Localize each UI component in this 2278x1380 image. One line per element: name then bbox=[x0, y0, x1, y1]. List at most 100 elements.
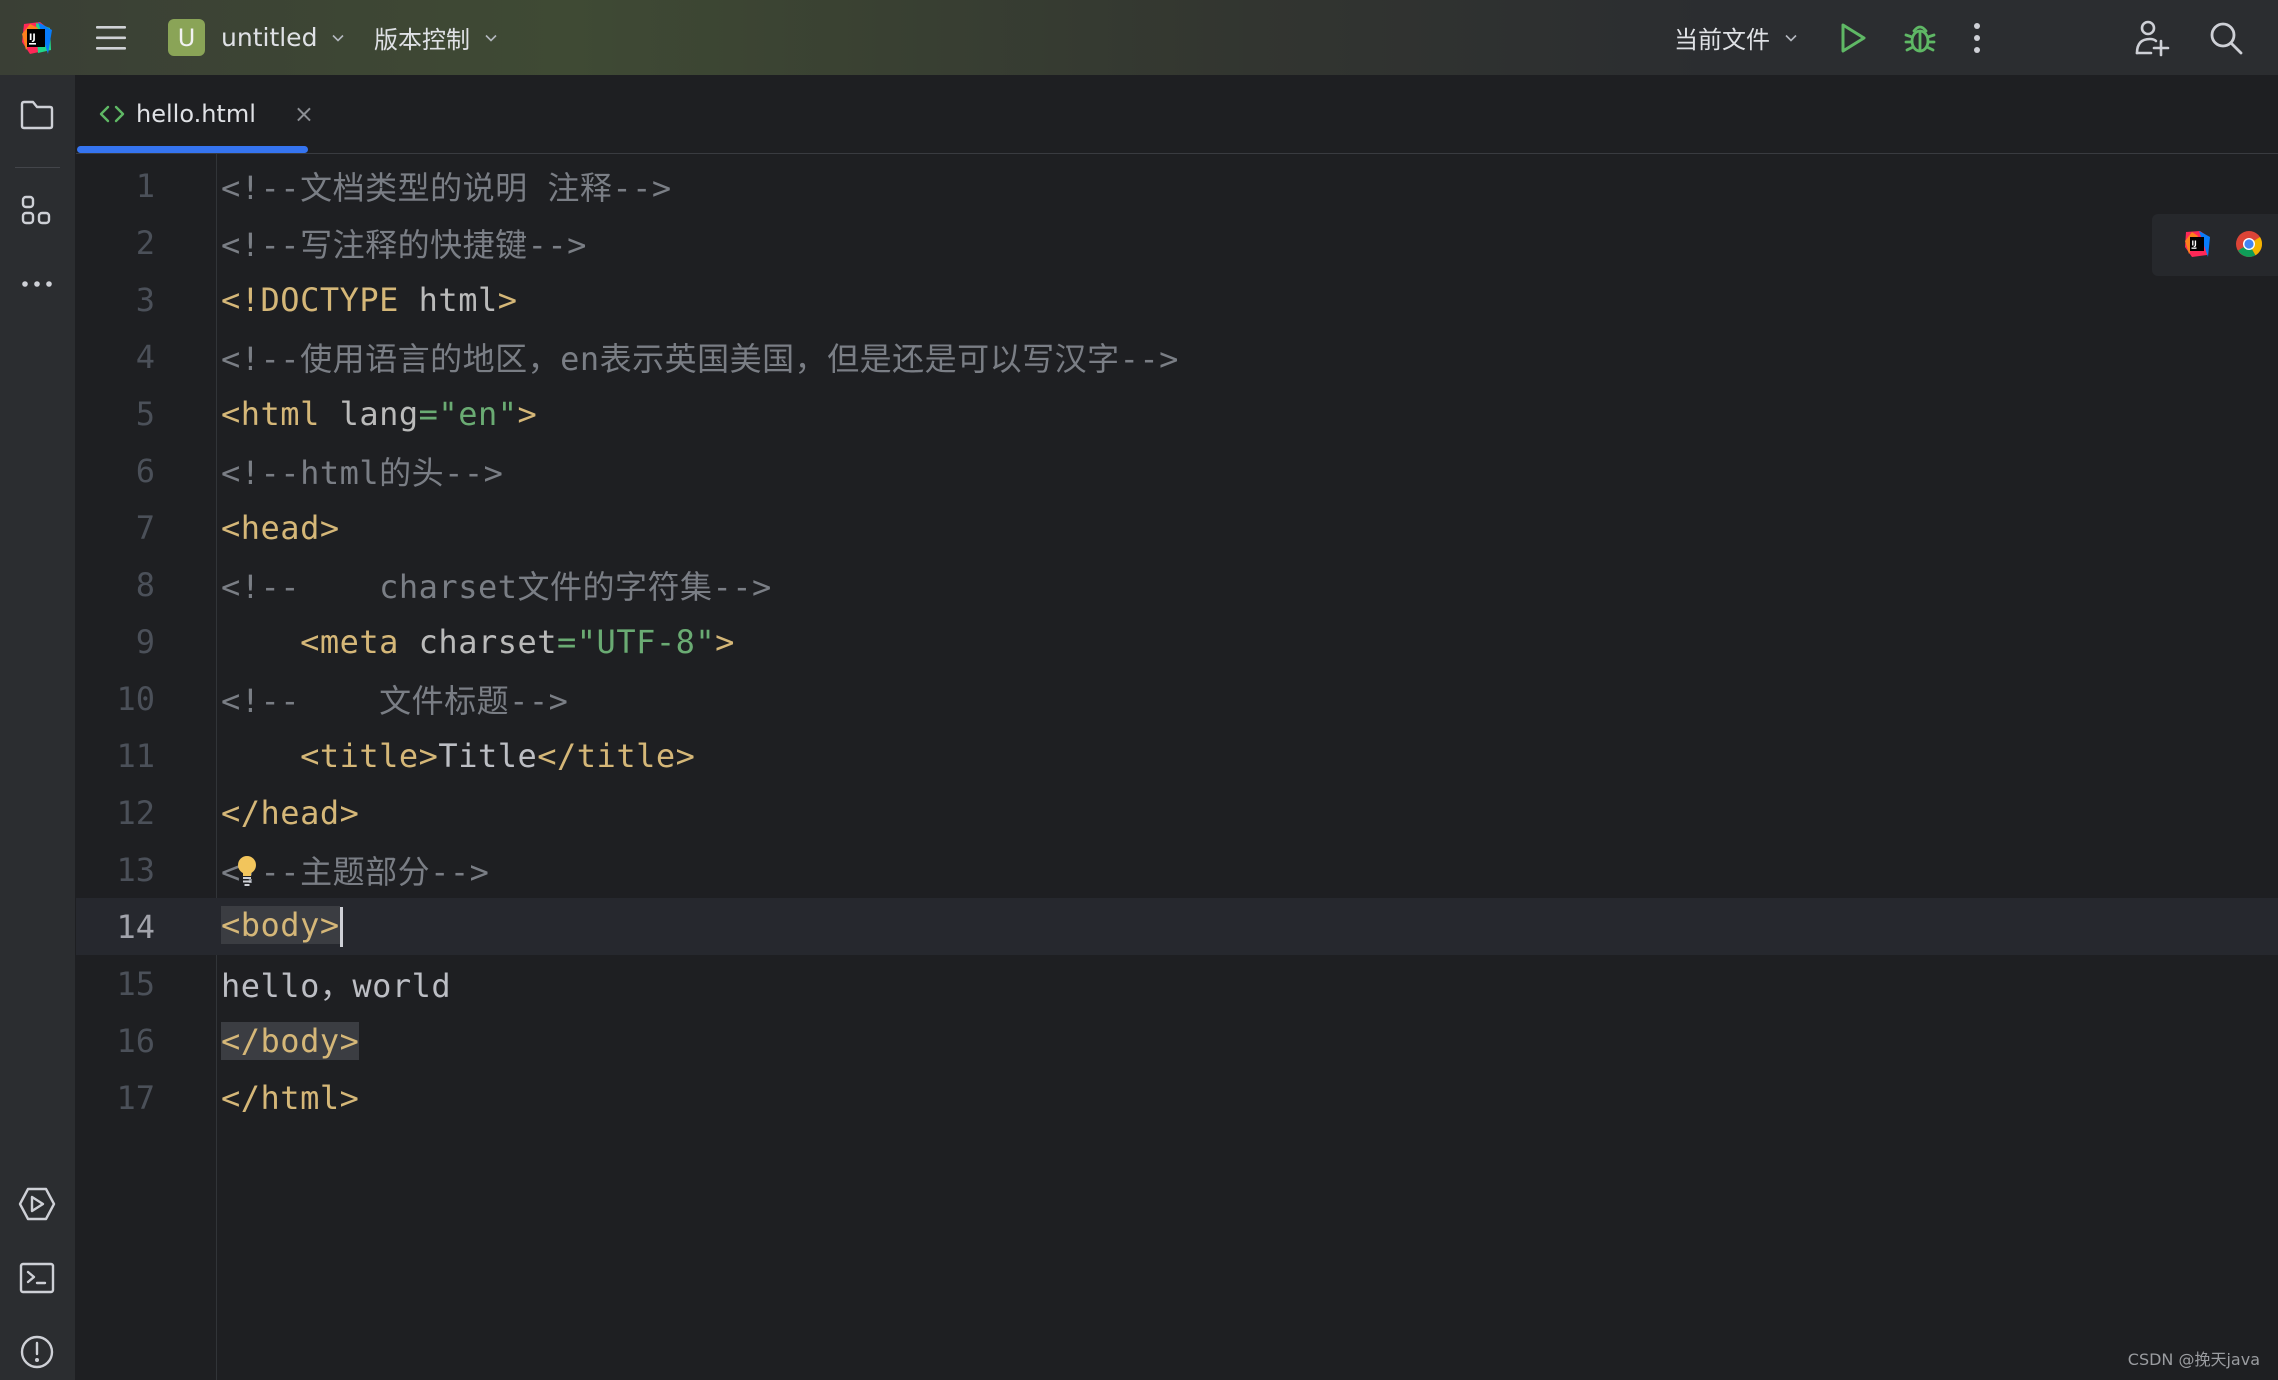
code-content: <!--使用语言的地区，en表示英国美国，但是还是可以写汉字--> bbox=[221, 334, 1179, 380]
line-number: 15 bbox=[116, 964, 155, 1003]
code-content: <!--html的头--> bbox=[221, 448, 503, 494]
project-folder-icon bbox=[20, 100, 54, 130]
more-horizontal-icon bbox=[22, 281, 52, 287]
code-content: <!--文档类型的说明 注释--> bbox=[221, 163, 672, 209]
code-token: Title bbox=[438, 736, 538, 775]
code-token: ="UTF-8" bbox=[557, 622, 716, 661]
line-number: 5 bbox=[135, 394, 155, 433]
line-number: 10 bbox=[116, 679, 155, 718]
line-number: 9 bbox=[135, 622, 155, 661]
structure-icon bbox=[21, 195, 51, 225]
code-token: </html> bbox=[221, 1078, 360, 1117]
code-line[interactable]: 4 <!--使用语言的地区，en表示英国美国，但是还是可以写汉字--> bbox=[76, 328, 2278, 385]
structure-tool-button[interactable] bbox=[17, 191, 57, 231]
project-selector[interactable]: U untitled bbox=[168, 0, 345, 75]
code-token: </head> bbox=[221, 793, 360, 832]
line-number: 12 bbox=[116, 793, 155, 832]
vcs-menu[interactable]: 版本控制 bbox=[374, 0, 498, 75]
code-token: html bbox=[418, 280, 498, 319]
tab-close-icon[interactable]: × bbox=[294, 100, 314, 128]
chevron-down-icon bbox=[485, 34, 497, 42]
terminal-icon bbox=[19, 1262, 55, 1294]
code-line[interactable]: 3 <!DOCTYPE html> bbox=[76, 271, 2278, 328]
project-name: untitled bbox=[221, 23, 318, 52]
run-config-label: 当前文件 bbox=[1674, 26, 1770, 54]
line-number: 4 bbox=[135, 337, 155, 376]
intellij-browser-icon[interactable]: IJ bbox=[2182, 229, 2212, 259]
services-tool-button[interactable] bbox=[17, 1184, 57, 1224]
code-token: <!--写注释的快捷键--> bbox=[221, 225, 587, 264]
tool-window-strip bbox=[0, 75, 76, 1380]
code-line[interactable]: 2 <!--写注释的快捷键--> bbox=[76, 214, 2278, 271]
project-avatar: U bbox=[168, 19, 205, 56]
title-bar: IJ U untitled 版本控制 当前文件 bbox=[0, 0, 2278, 76]
main-menu-button[interactable] bbox=[94, 0, 130, 75]
code-content: hello，world bbox=[221, 961, 451, 1007]
code-line[interactable]: 16 </body> bbox=[76, 1012, 2278, 1069]
line-number: 16 bbox=[116, 1021, 155, 1060]
code-line[interactable]: 17 </html> bbox=[76, 1069, 2278, 1126]
line-number: 17 bbox=[116, 1078, 155, 1117]
editor-tab-bar: hello.html × bbox=[76, 75, 2278, 154]
services-run-icon bbox=[18, 1187, 56, 1221]
run-button[interactable] bbox=[1838, 0, 1868, 75]
code-token: </body> bbox=[221, 1021, 360, 1060]
code-line[interactable]: 8 <!-- charset文件的字符集--> bbox=[76, 556, 2278, 613]
code-content: </head> bbox=[221, 794, 359, 832]
problems-tool-button[interactable] bbox=[17, 1332, 57, 1372]
tab-hello-html[interactable]: hello.html × bbox=[98, 75, 314, 153]
more-actions-button[interactable] bbox=[1972, 0, 1982, 75]
code-content: <html lang="en"> bbox=[221, 395, 537, 433]
code-content: <!--主题部分--> bbox=[221, 847, 489, 893]
search-everywhere-button[interactable] bbox=[2208, 0, 2244, 75]
code-content: <!-- charset文件的字符集--> bbox=[221, 562, 772, 608]
code-content: <meta charset="UTF-8"> bbox=[221, 623, 735, 661]
code-token: <title> bbox=[300, 736, 439, 775]
run-play-icon bbox=[1841, 23, 1866, 52]
chevron-down-icon bbox=[332, 34, 345, 42]
code-line[interactable]: 13 <!--主题部分--> bbox=[76, 841, 2278, 898]
search-icon bbox=[2210, 22, 2243, 54]
active-tab-indicator bbox=[77, 146, 308, 153]
code-token: <!DOCTYPE bbox=[221, 280, 419, 319]
code-line[interactable]: 7 <head> bbox=[76, 499, 2278, 556]
code-line[interactable]: 12 </head> bbox=[76, 784, 2278, 841]
project-tool-button[interactable] bbox=[17, 95, 57, 135]
code-token: > bbox=[497, 280, 518, 319]
code-line[interactable]: 11 <title>Title</title> bbox=[76, 727, 2278, 784]
code-line[interactable]: 6 <!--html的头--> bbox=[76, 442, 2278, 499]
code-token: <!--html的头--> bbox=[221, 453, 504, 492]
code-content: </body> bbox=[221, 1021, 360, 1060]
intention-lightbulb-icon[interactable] bbox=[234, 853, 260, 887]
watermark: CSDN @挽天java bbox=[2127, 1350, 2260, 1369]
html-code-icon bbox=[99, 105, 125, 123]
code-line[interactable]: 9 <meta charset="UTF-8"> bbox=[76, 613, 2278, 670]
line-number: 13 bbox=[116, 850, 155, 889]
debug-button[interactable] bbox=[1904, 0, 1936, 75]
vcs-label: 版本控制 bbox=[374, 26, 470, 54]
code-content: <title>Title</title> bbox=[221, 737, 695, 775]
line-number: 7 bbox=[135, 508, 155, 547]
code-line[interactable]: 1 <!--文档类型的说明 注释--> bbox=[76, 157, 2278, 214]
app-logo-icon[interactable]: IJ bbox=[18, 0, 54, 75]
hamburger-menu-icon bbox=[96, 25, 126, 50]
code-line[interactable]: 14 <body> bbox=[76, 898, 2278, 955]
run-configuration-selector[interactable]: 当前文件 bbox=[1674, 0, 1798, 75]
chrome-browser-icon[interactable] bbox=[2234, 229, 2264, 259]
code-token: <html bbox=[221, 394, 340, 433]
text-caret bbox=[339, 907, 343, 947]
code-token: > bbox=[517, 394, 538, 433]
code-token: <body> bbox=[221, 906, 340, 944]
code-content: <!-- 文件标题--> bbox=[221, 676, 568, 722]
code-line[interactable]: 10 <!-- 文件标题--> bbox=[76, 670, 2278, 727]
add-user-button[interactable] bbox=[2134, 0, 2170, 75]
code-token: <!--主题部分--> bbox=[221, 852, 490, 891]
more-tool-windows-button[interactable] bbox=[17, 264, 57, 304]
code-line[interactable]: 15 hello，world bbox=[76, 955, 2278, 1012]
debug-bug-icon bbox=[1904, 25, 1936, 52]
problems-icon bbox=[20, 1335, 54, 1369]
code-line[interactable]: 5 <html lang="en"> bbox=[76, 385, 2278, 442]
code-editor[interactable]: 1 <!--文档类型的说明 注释--> 2 <!--写注释的快捷键--> 3 <!DOCT… bbox=[76, 154, 2278, 1380]
terminal-tool-button[interactable] bbox=[17, 1258, 57, 1298]
